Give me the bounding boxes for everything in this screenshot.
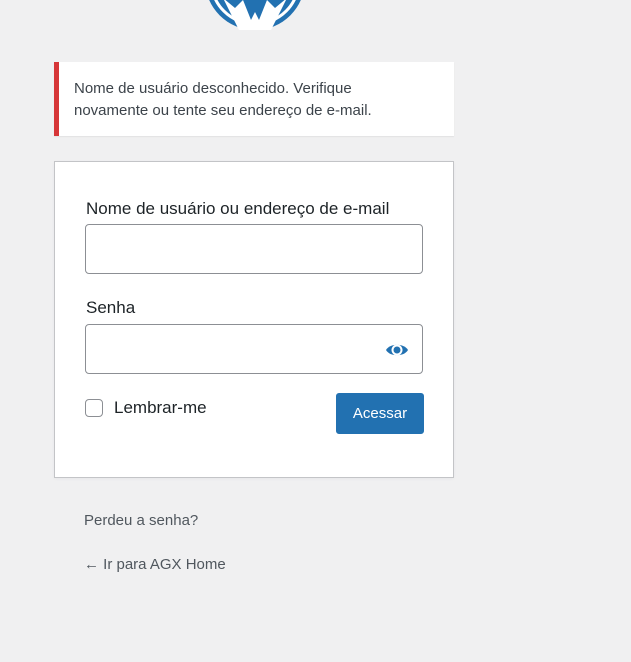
eye-icon[interactable] <box>384 339 410 361</box>
login-button[interactable]: Acessar <box>336 393 424 434</box>
username-label: Nome de usuário ou endereço de e-mail <box>86 199 390 218</box>
wordpress-logo-icon[interactable] <box>205 0 305 30</box>
error-notice: Nome de usuário desconhecido. Verifique … <box>54 62 454 136</box>
login-form: Nome de usuário ou endereço de e-mail Se… <box>54 161 454 478</box>
error-message-line-2: novamente ou tente seu endereço de e-mai… <box>74 102 372 119</box>
back-to-site-link[interactable]: ← Ir para AGX Home <box>84 556 226 573</box>
error-message-line-1: Nome de usuário desconhecido. Verifique <box>74 80 352 97</box>
lost-password-link[interactable]: Perdeu a senha? <box>84 512 198 529</box>
username-input[interactable] <box>85 224 423 274</box>
password-label: Senha <box>86 298 136 317</box>
password-input[interactable] <box>85 324 423 374</box>
remember-me[interactable]: Lembrar-me <box>85 398 207 418</box>
remember-checkbox[interactable] <box>85 399 103 417</box>
remember-label: Lembrar-me <box>114 398 207 417</box>
